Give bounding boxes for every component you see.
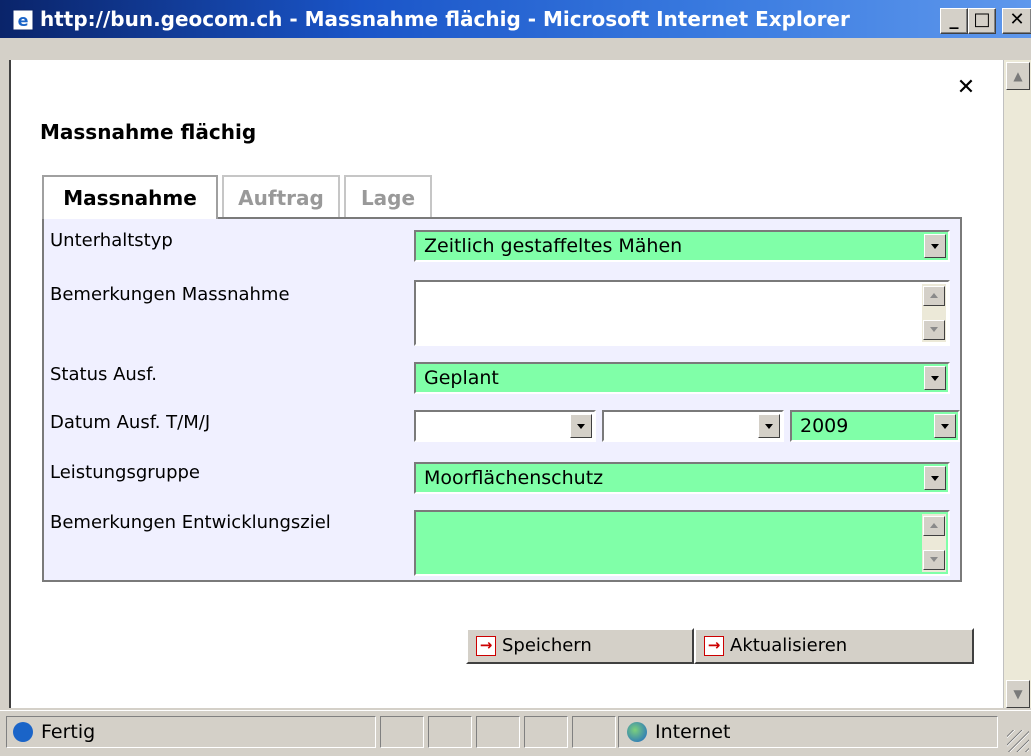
status-value: Geplant bbox=[424, 367, 499, 389]
save-label: Speichern bbox=[502, 635, 592, 656]
bemerkungen-entwicklungsziel-textarea[interactable] bbox=[414, 510, 950, 576]
chevron-down-icon[interactable] bbox=[924, 366, 946, 390]
scroll-down-icon[interactable] bbox=[923, 550, 945, 570]
tab-massnahme[interactable]: Massnahme bbox=[42, 175, 218, 219]
chevron-down-icon[interactable] bbox=[924, 466, 946, 490]
chevron-down-icon[interactable] bbox=[570, 414, 592, 438]
status-panel bbox=[524, 716, 568, 748]
window-close-button[interactable]: ✕ bbox=[1002, 8, 1031, 34]
zone-label: Internet bbox=[655, 721, 731, 743]
datum-label: Datum Ausf. T/M/J bbox=[50, 412, 211, 433]
status-select[interactable]: Geplant bbox=[414, 362, 950, 394]
tab-lage[interactable]: Lage bbox=[344, 175, 432, 217]
status-label: Status Ausf. bbox=[50, 364, 157, 385]
globe-icon bbox=[627, 722, 647, 742]
security-zone: Internet bbox=[618, 716, 998, 748]
status-panel bbox=[476, 716, 520, 748]
page-title: Massnahme flächig bbox=[40, 120, 257, 144]
scroll-up-button[interactable]: ▲ bbox=[1006, 62, 1030, 90]
datum-month-select[interactable] bbox=[602, 410, 784, 442]
status-panel bbox=[428, 716, 472, 748]
scroll-down-button[interactable]: ▼ bbox=[1006, 680, 1030, 708]
bemerkungen-massnahme-label: Bemerkungen Massnahme bbox=[50, 284, 290, 305]
dialog-close-icon[interactable]: ✕ bbox=[956, 77, 976, 99]
save-button[interactable]: → Speichern bbox=[466, 628, 694, 664]
title-bar: e http://bun.geocom.ch - Massnahme fläch… bbox=[0, 0, 1031, 38]
chevron-down-icon[interactable] bbox=[934, 414, 956, 438]
chevron-down-icon[interactable] bbox=[924, 234, 946, 258]
tab-auftrag[interactable]: Auftrag bbox=[222, 175, 340, 217]
datum-year-value: 2009 bbox=[800, 415, 849, 437]
refresh-button[interactable]: → Aktualisieren bbox=[694, 628, 974, 664]
chevron-down-icon[interactable] bbox=[758, 414, 780, 438]
internet-explorer-icon: e bbox=[12, 9, 34, 31]
status-panel bbox=[380, 716, 424, 748]
leistungsgruppe-select[interactable]: Moorflächenschutz bbox=[414, 462, 950, 494]
arrow-right-icon: → bbox=[704, 636, 724, 656]
arrow-right-icon: → bbox=[476, 636, 496, 656]
refresh-label: Aktualisieren bbox=[730, 635, 848, 656]
unterhaltstyp-select[interactable]: Zeitlich gestaffeltes Mähen bbox=[414, 230, 950, 262]
scroll-up-icon[interactable] bbox=[923, 286, 945, 306]
leistungsgruppe-value: Moorflächenschutz bbox=[424, 467, 604, 489]
page-icon bbox=[13, 722, 33, 742]
textarea-scrollbar[interactable] bbox=[922, 514, 946, 572]
datum-day-select[interactable] bbox=[414, 410, 596, 442]
maximize-button[interactable]: □ bbox=[968, 8, 996, 34]
scroll-up-icon[interactable] bbox=[923, 516, 945, 536]
resize-grip-icon[interactable] bbox=[1007, 730, 1029, 752]
vertical-scrollbar[interactable]: ▲ ▼ bbox=[1003, 60, 1031, 708]
window-title: http://bun.geocom.ch - Massnahme flächig… bbox=[40, 7, 850, 31]
status-panel bbox=[572, 716, 616, 748]
bemerkungen-entwicklungsziel-label: Bemerkungen Entwicklungsziel bbox=[50, 512, 331, 533]
leistungsgruppe-label: Leistungsgruppe bbox=[50, 462, 201, 483]
unterhaltstyp-label: Unterhaltstyp bbox=[50, 230, 173, 251]
bemerkungen-massnahme-textarea[interactable] bbox=[414, 280, 950, 346]
status-bar: Fertig Internet bbox=[0, 710, 1031, 756]
scroll-down-icon[interactable] bbox=[923, 320, 945, 340]
textarea-scrollbar[interactable] bbox=[922, 284, 946, 342]
minimize-button[interactable]: _ bbox=[940, 8, 968, 34]
status-text-cell: Fertig bbox=[6, 716, 376, 748]
svg-text:e: e bbox=[18, 11, 29, 30]
datum-year-select[interactable]: 2009 bbox=[790, 410, 960, 442]
unterhaltstyp-value: Zeitlich gestaffeltes Mähen bbox=[424, 235, 683, 257]
status-text: Fertig bbox=[41, 721, 96, 743]
